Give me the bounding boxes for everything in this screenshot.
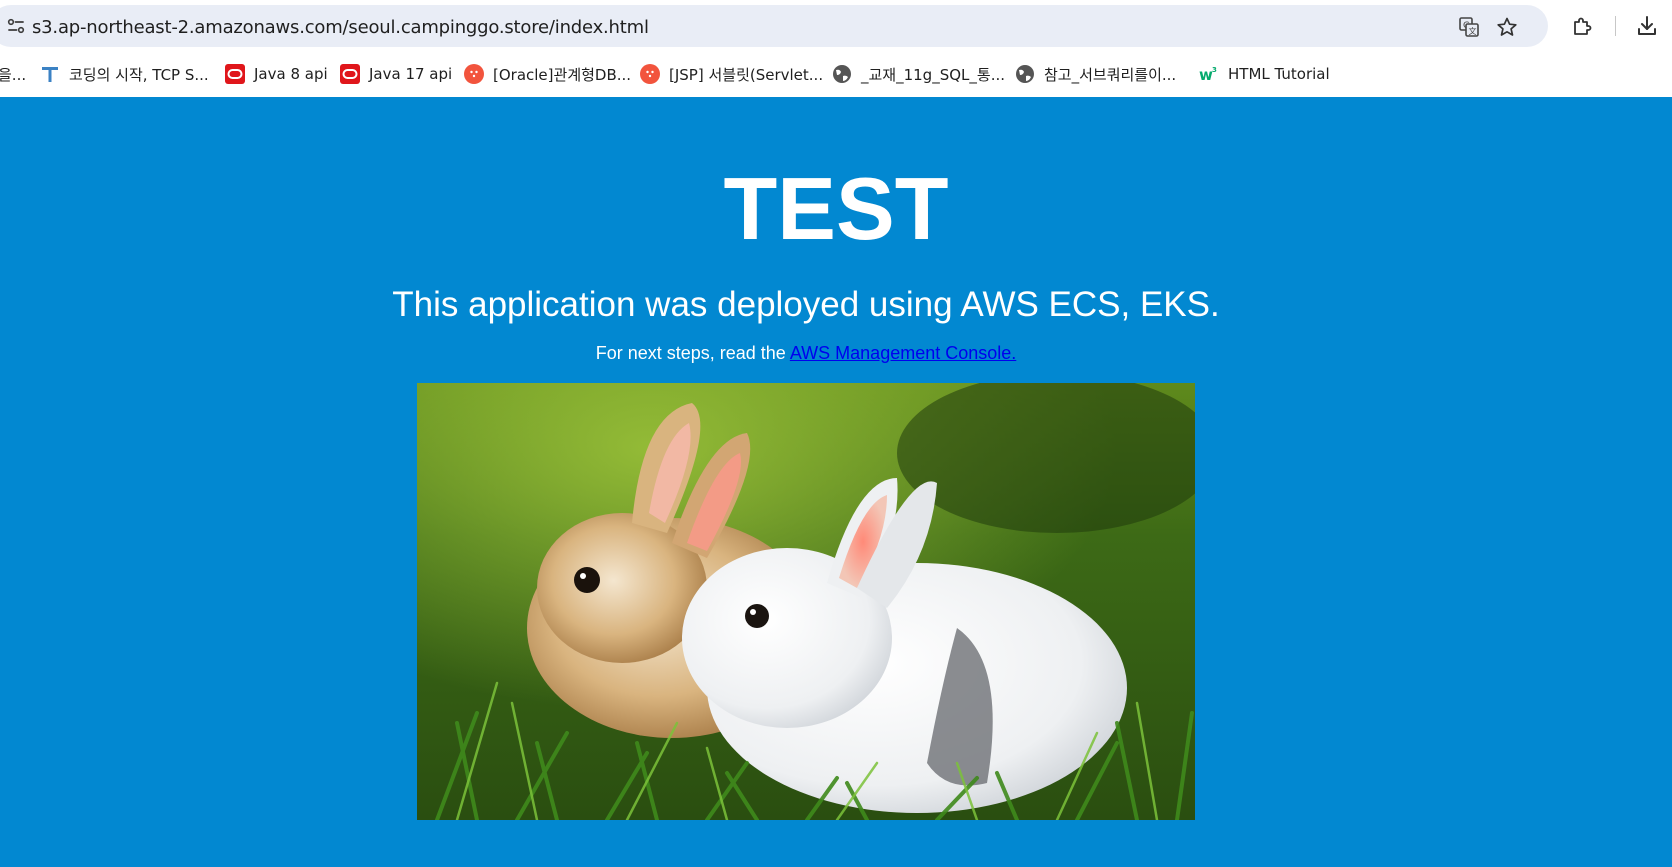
svg-text:w: w xyxy=(1199,66,1213,84)
next-steps-text: For next steps, read the AWS Management … xyxy=(0,342,1612,364)
bookmark-label: Java 17 api xyxy=(369,65,453,83)
bookmark-item[interactable]: [JSP] 서블릿(Servlet... xyxy=(640,62,823,86)
w3schools-icon: w 3 xyxy=(1199,66,1217,84)
bookmark-item[interactable]: 코딩의 시작, TCP S... xyxy=(40,62,209,86)
bookmark-label: 참고_서브쿼리를이... xyxy=(1044,65,1177,84)
rabbits-photo xyxy=(417,383,1195,820)
page-content: TEST This application was deployed using… xyxy=(0,97,1672,867)
page-title: TEST xyxy=(723,159,949,258)
bookmark-label: Java 8 api xyxy=(254,65,328,83)
tcp-school-t-icon xyxy=(42,67,58,82)
globe-icon xyxy=(1016,65,1034,83)
bookmark-item[interactable]: _교재_11g_SQL_통... xyxy=(832,62,1005,86)
bookmark-item[interactable]: Java 17 api xyxy=(340,62,452,86)
oracle-icon xyxy=(225,64,245,84)
bookmark-item[interactable]: 참고_서브쿼리를이... xyxy=(1015,62,1176,86)
bookmark-label: 코딩의 시작, TCP S... xyxy=(69,65,209,84)
bookmark-label: [JSP] 서블릿(Servlet... xyxy=(669,65,824,84)
bookmark-label: 을... xyxy=(0,65,27,84)
svg-text:3: 3 xyxy=(1212,66,1217,74)
page-subtitle: This application was deployed using AWS … xyxy=(392,285,1220,324)
svg-text:文: 文 xyxy=(1469,26,1477,36)
browser-toolbar: s3.ap-northeast-2.amazonaws.com/seoul.ca… xyxy=(0,0,1672,52)
bookmark-label: [Oracle]관계형DB... xyxy=(493,65,632,84)
globe-icon xyxy=(833,65,851,83)
url-text[interactable]: s3.ap-northeast-2.amazonaws.com/seoul.ca… xyxy=(32,17,649,38)
bookmark-item[interactable]: [Oracle]관계형DB... xyxy=(464,62,631,86)
bookmarks-bar: 을... 코딩의 시작, TCP S... Java 8 api Java 17… xyxy=(0,52,1672,97)
bookmark-item[interactable]: 을... xyxy=(0,62,26,86)
translate-icon[interactable]: G 文 xyxy=(1458,16,1480,38)
aws-console-link[interactable]: AWS Management Console. xyxy=(790,343,1016,363)
bookmark-item[interactable]: Java 8 api xyxy=(225,62,328,86)
extensions-puzzle-icon[interactable] xyxy=(1570,14,1594,38)
download-icon[interactable] xyxy=(1635,14,1659,38)
bookmark-item[interactable]: w 3 HTML Tutorial xyxy=(1199,62,1330,86)
bookmark-star-icon[interactable] xyxy=(1496,16,1518,38)
bookmark-label: _교재_11g_SQL_통... xyxy=(861,65,1005,84)
site-info-icon[interactable] xyxy=(6,16,26,36)
red-circle-icon xyxy=(464,64,484,84)
red-circle-icon xyxy=(640,64,660,84)
next-steps-prefix: For next steps, read the xyxy=(595,343,790,363)
address-bar[interactable]: s3.ap-northeast-2.amazonaws.com/seoul.ca… xyxy=(0,5,1548,47)
oracle-icon xyxy=(340,64,360,84)
bookmark-label: HTML Tutorial xyxy=(1228,65,1330,83)
toolbar-divider xyxy=(1615,16,1616,36)
